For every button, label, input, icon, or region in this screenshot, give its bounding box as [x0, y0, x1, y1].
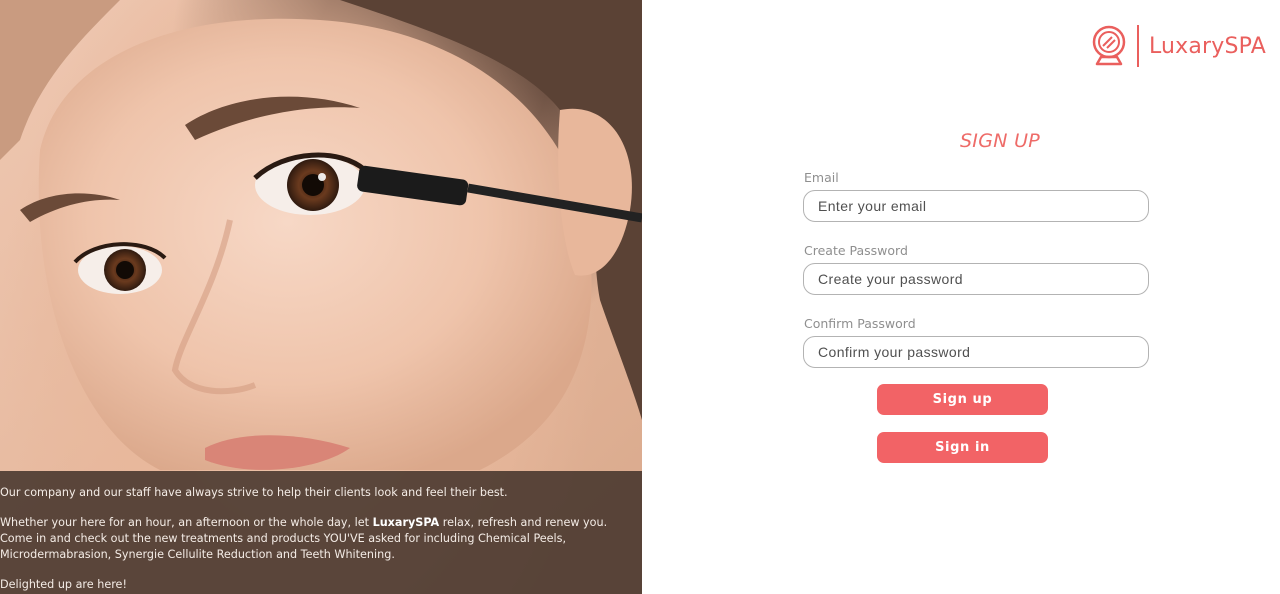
email-label: Email [804, 170, 839, 185]
hero-image: Our company and our staff have always st… [0, 0, 642, 594]
mirror-logo-icon [1092, 25, 1126, 66]
signup-button[interactable]: Sign up [877, 384, 1048, 415]
caption-paragraph-3: Delighted up are here! [0, 578, 127, 591]
caption-paragraph-1: Our company and our staff have always st… [0, 486, 508, 499]
hero-caption: Our company and our staff have always st… [0, 471, 642, 594]
caption-text: Whether your here for an hour, an aftern… [0, 516, 373, 529]
brand-logo[interactable]: LuxarySPA [1089, 24, 1266, 68]
form-title: SIGN UP [959, 130, 1041, 152]
brand-name: LuxarySPA [1148, 33, 1266, 59]
confirm-password-label: Confirm Password [804, 316, 916, 331]
create-password-label: Create Password [804, 243, 908, 258]
signin-button[interactable]: Sign in [877, 432, 1048, 463]
signup-form: SIGN UP Email Create Password Confirm Pa… [803, 130, 1149, 463]
logo-divider [1136, 25, 1139, 67]
create-password-field[interactable] [803, 263, 1149, 295]
caption-brand-name: LuxarySPA [372, 516, 440, 529]
confirm-password-field[interactable] [803, 336, 1149, 368]
caption-paragraph-2: Whether your here for an hour, an aftern… [0, 515, 634, 563]
email-field[interactable] [803, 190, 1149, 222]
